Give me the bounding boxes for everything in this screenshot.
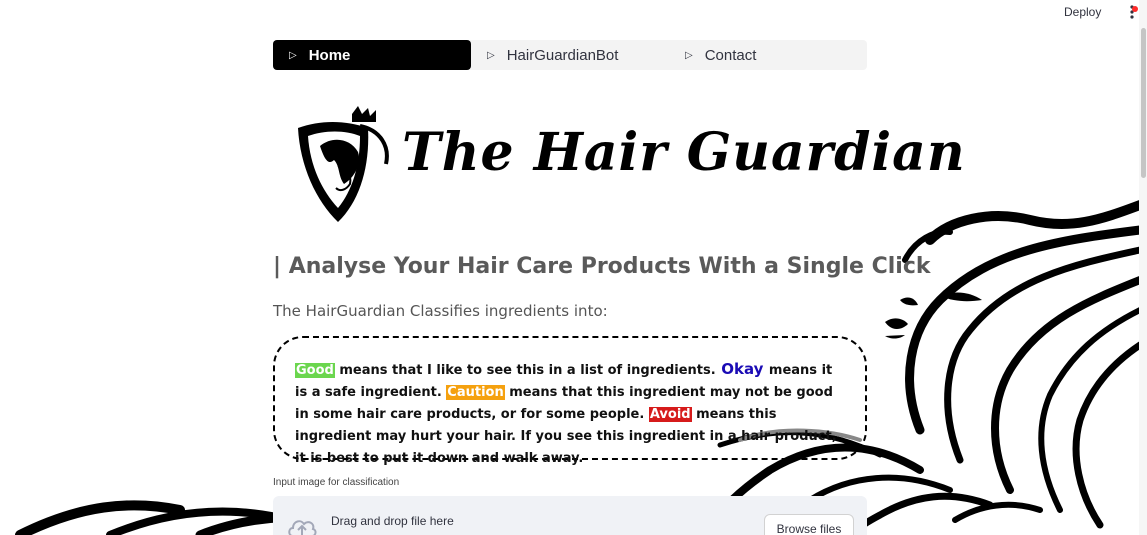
page-subtitle: | Analyse Your Hair Care Products With a… xyxy=(273,254,931,279)
cloud-upload-icon xyxy=(288,520,317,535)
page-scrollbar[interactable] xyxy=(1139,0,1147,535)
nav-tab-contact-label: Contact xyxy=(704,46,757,64)
nav-tab-hairguardianbot[interactable]: ▷ HairGuardianBot xyxy=(471,40,669,70)
logo-wordmark: The Hair Guardian xyxy=(402,122,966,183)
classification-legend: Good means that I like to see this in a … xyxy=(273,336,867,466)
drag-drop-text: Drag and drop file here xyxy=(331,514,454,528)
good-description: means that I like to see this in a list … xyxy=(334,363,721,378)
deploy-button[interactable]: Deploy xyxy=(1064,5,1101,19)
scrollbar-thumb[interactable] xyxy=(1141,28,1146,178)
play-triangle-icon: ▷ xyxy=(289,49,297,61)
okay-tag: Okay xyxy=(721,360,764,378)
play-triangle-icon: ▷ xyxy=(487,49,495,61)
play-triangle-icon: ▷ xyxy=(685,49,693,61)
upload-label: Input image for classification xyxy=(273,477,400,488)
nav-tab-home[interactable]: ▷ Home xyxy=(273,40,471,70)
kebab-menu-icon[interactable] xyxy=(1124,4,1140,20)
nav-tab-hairguardianbot-label: HairGuardianBot xyxy=(506,46,619,64)
top-navigation: ▷ Home ▷ HairGuardianBot ▷ Contact xyxy=(273,40,867,70)
file-uploader-dropzone[interactable]: Drag and drop file here Browse files xyxy=(273,496,867,535)
avoid-tag: Avoid xyxy=(648,407,692,422)
woman-crest-icon xyxy=(298,106,389,222)
classifies-heading: The HairGuardian Classifies ingredients … xyxy=(273,302,608,320)
nav-tab-home-label: Home xyxy=(308,46,351,64)
caution-tag: Caution xyxy=(446,385,505,400)
nav-tab-contact[interactable]: ▷ Contact xyxy=(669,40,867,70)
top-bar: Deploy xyxy=(0,0,1147,26)
good-tag: Good xyxy=(295,363,335,378)
hair-guardian-logo: The Hair Guardian xyxy=(290,106,965,226)
browse-files-button[interactable]: Browse files xyxy=(764,514,854,535)
